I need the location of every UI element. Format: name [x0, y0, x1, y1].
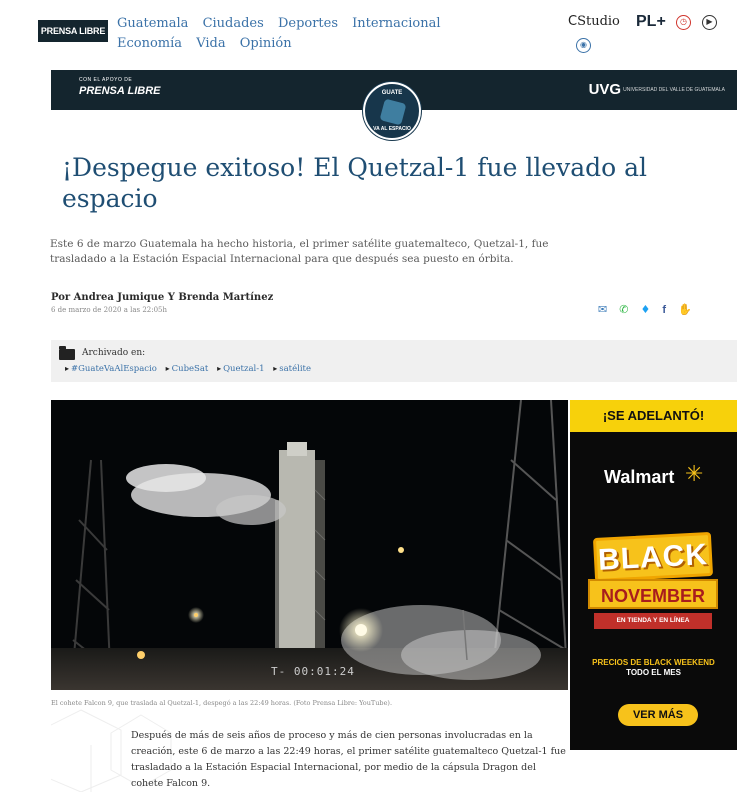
nav-link-economia[interactable]: Economía — [117, 34, 182, 54]
nav-link-opinion[interactable]: Opinión — [240, 34, 292, 54]
ad-prices-line1: PRECIOS DE BLACK WEEKEND — [592, 658, 715, 667]
nav-link-guatemala[interactable]: Guatemala — [117, 14, 188, 34]
twitter-share-icon[interactable]: ♦ — [640, 304, 650, 316]
satellite-icon — [379, 98, 407, 126]
badge-bottom-text: VA AL ESPACIO — [373, 126, 411, 132]
studio-label: Studio — [577, 14, 620, 29]
uvg-logo[interactable]: UVG UNIVERSIDAD DEL VALLE DE GUATEMALA — [589, 81, 725, 98]
article-body-paragraph: Después de más de seis años de proceso y… — [131, 730, 566, 789]
play-icon[interactable]: ▶ — [702, 15, 717, 30]
ad-prices-line2: TODO EL MES — [626, 668, 681, 677]
walmart-spark-icon: ✳ — [685, 462, 704, 487]
walmart-logo: Walmart — [604, 467, 675, 487]
ver-mas-button[interactable]: VER MÁS — [618, 704, 698, 726]
nav-link-vida[interactable]: Vida — [196, 34, 225, 54]
section-links: Guatemala Ciudades Deportes Internaciona… — [117, 14, 517, 54]
folder-icon — [59, 346, 75, 360]
article-byline: Por Andrea Jumique Y Brenda Martínez — [51, 292, 274, 303]
article-date: 6 de marzo de 2020 a las 22:05h — [51, 306, 168, 314]
nav-link-internacional[interactable]: Internacional — [352, 14, 440, 34]
black-label: BLACK — [592, 531, 714, 583]
tag-link[interactable]: #GuateVaAlEspacio — [65, 364, 157, 374]
share-bar: ✉ ✆ ♦ f ✋ — [598, 303, 692, 317]
headphones-icon[interactable]: ◉ — [576, 38, 591, 53]
archived-label: Archivado en: — [82, 348, 146, 358]
whatsapp-share-icon[interactable]: ✆ — [619, 304, 628, 316]
top-navigation: PRENSA LIBRE Guatemala Ciudades Deportes… — [0, 0, 738, 62]
nav-link-deportes[interactable]: Deportes — [278, 14, 338, 34]
banner-brand: PRENSA LIBRE — [79, 85, 161, 97]
article-headline: ¡Despegue exitoso! El Quetzal-1 fue llev… — [62, 153, 648, 213]
ad-header: ¡SE ADELANTÓ! — [570, 400, 737, 432]
launch-countdown: T- 00:01:24 — [271, 665, 355, 678]
tag-link[interactable]: Quetzal-1 — [217, 364, 264, 374]
banner-support-label: CON EL APOYO DE — [79, 77, 133, 83]
article-summary: Este 6 de marzo Guatemala ha hecho histo… — [50, 238, 549, 265]
walmart-advertisement[interactable]: ¡SE ADELANTÓ! Walmart ✳ BLACK NOVEMBER E… — [570, 400, 737, 750]
nav-link-ciudades[interactable]: Ciudades — [203, 14, 264, 34]
store-online-label: EN TIENDA Y EN LÍNEA — [594, 613, 712, 629]
nav-icons: CStudio PL+ ◷ ▶ ◉ — [568, 13, 728, 58]
uvg-sub: UNIVERSIDAD DEL VALLE DE GUATEMALA — [623, 87, 725, 94]
black-november-logo: BLACK NOVEMBER EN TIENDA Y EN LÍNEA — [588, 531, 718, 635]
studio-link[interactable]: CStudio — [568, 14, 620, 29]
launch-scene — [51, 400, 568, 690]
tag-link[interactable]: satélite — [273, 364, 311, 374]
launch-photo[interactable]: T- 00:01:24 — [51, 400, 568, 690]
facebook-share-icon[interactable]: f — [662, 304, 666, 316]
prensa-libre-logo[interactable]: PRENSA LIBRE — [38, 20, 108, 42]
tag-link[interactable]: CubeSat — [166, 364, 209, 374]
badge-top-text: GUATE — [381, 90, 403, 96]
tag-list: #GuateVaAlEspacio CubeSat Quetzal-1 saté… — [65, 364, 317, 374]
banner-prensa-libre[interactable]: CON EL APOYO DE PRENSA LIBRE — [79, 77, 161, 97]
clock-icon[interactable]: ◷ — [676, 15, 691, 30]
november-label: NOVEMBER — [588, 579, 718, 609]
archived-tags-box: Archivado en: #GuateVaAlEspacio CubeSat … — [51, 340, 737, 382]
like-share-icon[interactable]: ✋ — [678, 304, 692, 316]
email-share-icon[interactable]: ✉ — [598, 304, 607, 316]
guate-va-al-espacio-badge[interactable]: GUATE VA AL ESPACIO — [363, 82, 421, 140]
ad-prices-text: PRECIOS DE BLACK WEEKEND TODO EL MES — [570, 658, 737, 678]
studio-c-icon: C — [568, 14, 578, 29]
pl-plus-link[interactable]: PL+ — [636, 13, 666, 31]
uvg-label: UVG — [588, 81, 622, 98]
